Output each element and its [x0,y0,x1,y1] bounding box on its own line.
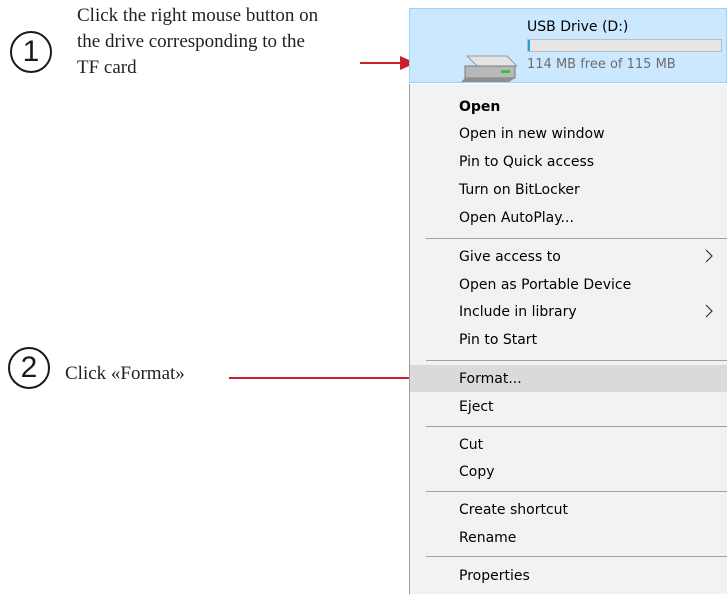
menu-separator [426,426,727,427]
drive-usage-fill [528,40,530,51]
menu-item-pin-quick-access[interactable]: Pin to Quick access [410,148,727,175]
step-1-line-3: TF card [77,57,137,78]
usb-drive-tile[interactable]: USB Drive (D:) 114 MB free of 115 MB [409,8,727,83]
step-1-line-1: Click the right mouse button on [77,5,319,26]
step-1-instruction: Click the right mouse button on the driv… [77,3,397,81]
menu-separator [426,491,727,492]
usb-drive-icon [461,55,519,82]
menu-item-eject[interactable]: Eject [410,393,727,420]
step-1-arrow [360,56,416,70]
menu-item-open-new-window[interactable]: Open in new window [410,120,727,147]
context-menu: Open Open in new window Pin to Quick acc… [409,84,727,594]
menu-item-copy[interactable]: Copy [410,458,727,485]
drive-name: USB Drive (D:) [527,19,629,35]
step-2-arrow [229,371,436,385]
chevron-right-icon [705,304,713,318]
menu-item-open[interactable]: Open [410,93,727,120]
menu-item-give-access[interactable]: Give access to [410,243,727,270]
menu-item-bitlocker[interactable]: Turn on BitLocker [410,176,727,203]
menu-item-pin-start[interactable]: Pin to Start [410,326,727,353]
menu-item-cut[interactable]: Cut [410,431,727,458]
menu-item-rename[interactable]: Rename [410,524,727,551]
menu-separator [426,556,727,557]
menu-item-properties[interactable]: Properties [410,562,727,589]
drive-usage-bar [527,39,722,52]
chevron-right-icon [705,249,713,263]
menu-item-autoplay[interactable]: Open AutoPlay... [410,204,727,231]
menu-item-format[interactable]: Format... [410,365,727,392]
step-2-instruction: Click «Format» [65,363,185,384]
drive-free-space: 114 MB free of 115 MB [527,57,676,72]
menu-item-include-library[interactable]: Include in library [410,298,727,325]
step-1-line-2: the drive corresponding to the [77,31,305,52]
menu-separator [426,238,727,239]
menu-item-create-shortcut[interactable]: Create shortcut [410,496,727,523]
menu-separator [426,360,727,361]
step-2-number: 2 [8,347,50,389]
menu-item-portable-device[interactable]: Open as Portable Device [410,271,727,298]
step-1-number: 1 [10,31,52,73]
